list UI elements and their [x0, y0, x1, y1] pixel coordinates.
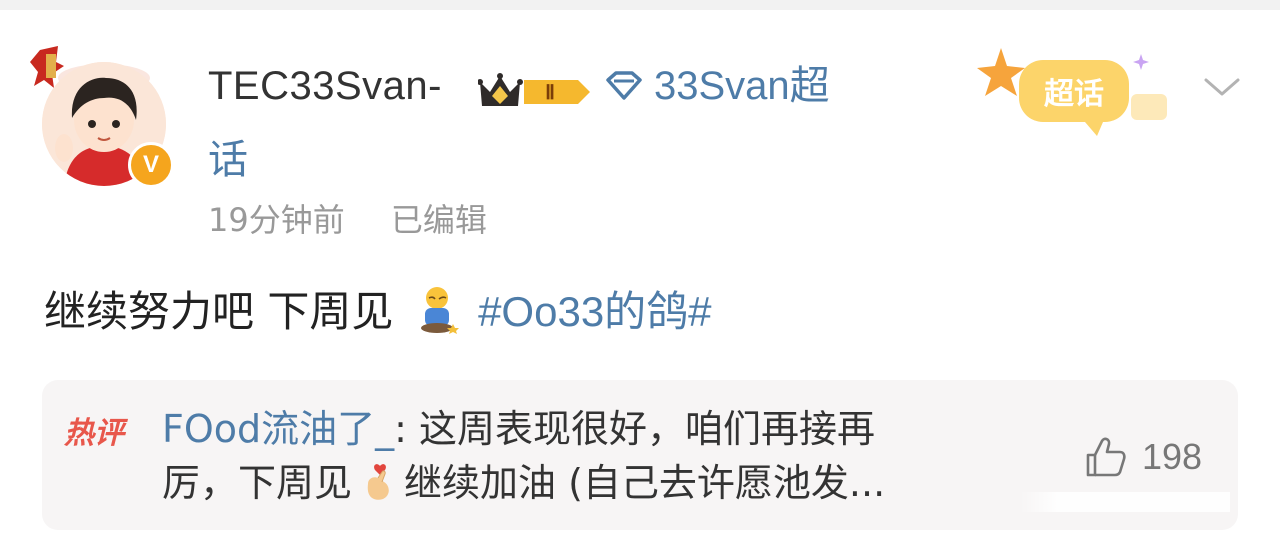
supertopic-link[interactable]: 33Svan超: [604, 62, 830, 110]
level-badge-text: Ⅱ: [545, 82, 555, 104]
commenter-name[interactable]: FOod流油了_: [162, 407, 394, 451]
post-text: 继续努力吧 下周见: [44, 287, 394, 336]
comment-body-3: 继续加油 (自己去许愿池发...: [404, 461, 886, 505]
finger-heart-emoji-icon: [367, 464, 389, 500]
username[interactable]: TEC33Svan-: [208, 62, 442, 110]
hot-comment-label: 热评: [64, 416, 124, 451]
like-button[interactable]: 198: [1084, 435, 1202, 479]
top-divider: [0, 0, 1280, 10]
weibo-post-card: V TEC33Svan- Ⅱ 33Svan超 话 19分钟前 已编辑 超话 继续…: [0, 10, 1280, 535]
diamond-icon: [606, 71, 642, 100]
crown-level-badge-icon[interactable]: Ⅱ: [478, 68, 596, 112]
edited-label[interactable]: 已编辑: [391, 201, 487, 239]
post-meta: 19分钟前 已编辑: [208, 200, 523, 240]
hot-comment-box[interactable]: 热评 FOod流油了_: 这周表现很好，咱们再接再 厉，下周见 继续加油 (自己…: [42, 380, 1238, 530]
supertopic-link-label: 33Svan超: [654, 64, 830, 108]
post-time: 19分钟前: [208, 201, 345, 239]
supertopic-sticker-label: 超话: [1044, 77, 1104, 112]
chevron-down-icon[interactable]: [1200, 72, 1244, 102]
post-content: 继续努力吧 下周见 #Oo33的鸽#: [44, 284, 712, 340]
verified-badge-icon: V: [128, 142, 174, 188]
watermark-strip: [1020, 492, 1230, 512]
comment-body-2: 厉，下周见: [162, 461, 353, 505]
hot-comment-text: FOod流油了_: 这周表现很好，咱们再接再 厉，下周见 继续加油 (自己去许愿…: [162, 402, 1042, 510]
avatar[interactable]: V: [30, 40, 180, 190]
supertopic-sticker[interactable]: 超话: [975, 44, 1175, 144]
like-count: 198: [1142, 436, 1203, 477]
comment-body-1: : 这周表现很好，咱们再接再: [394, 407, 876, 451]
kneeling-person-emoji-icon: [420, 287, 459, 334]
hashtag-link[interactable]: #Oo33的鸽#: [478, 288, 711, 335]
supertopic-link-continuation[interactable]: 话: [208, 136, 248, 184]
thumbs-up-icon: [1086, 437, 1126, 477]
